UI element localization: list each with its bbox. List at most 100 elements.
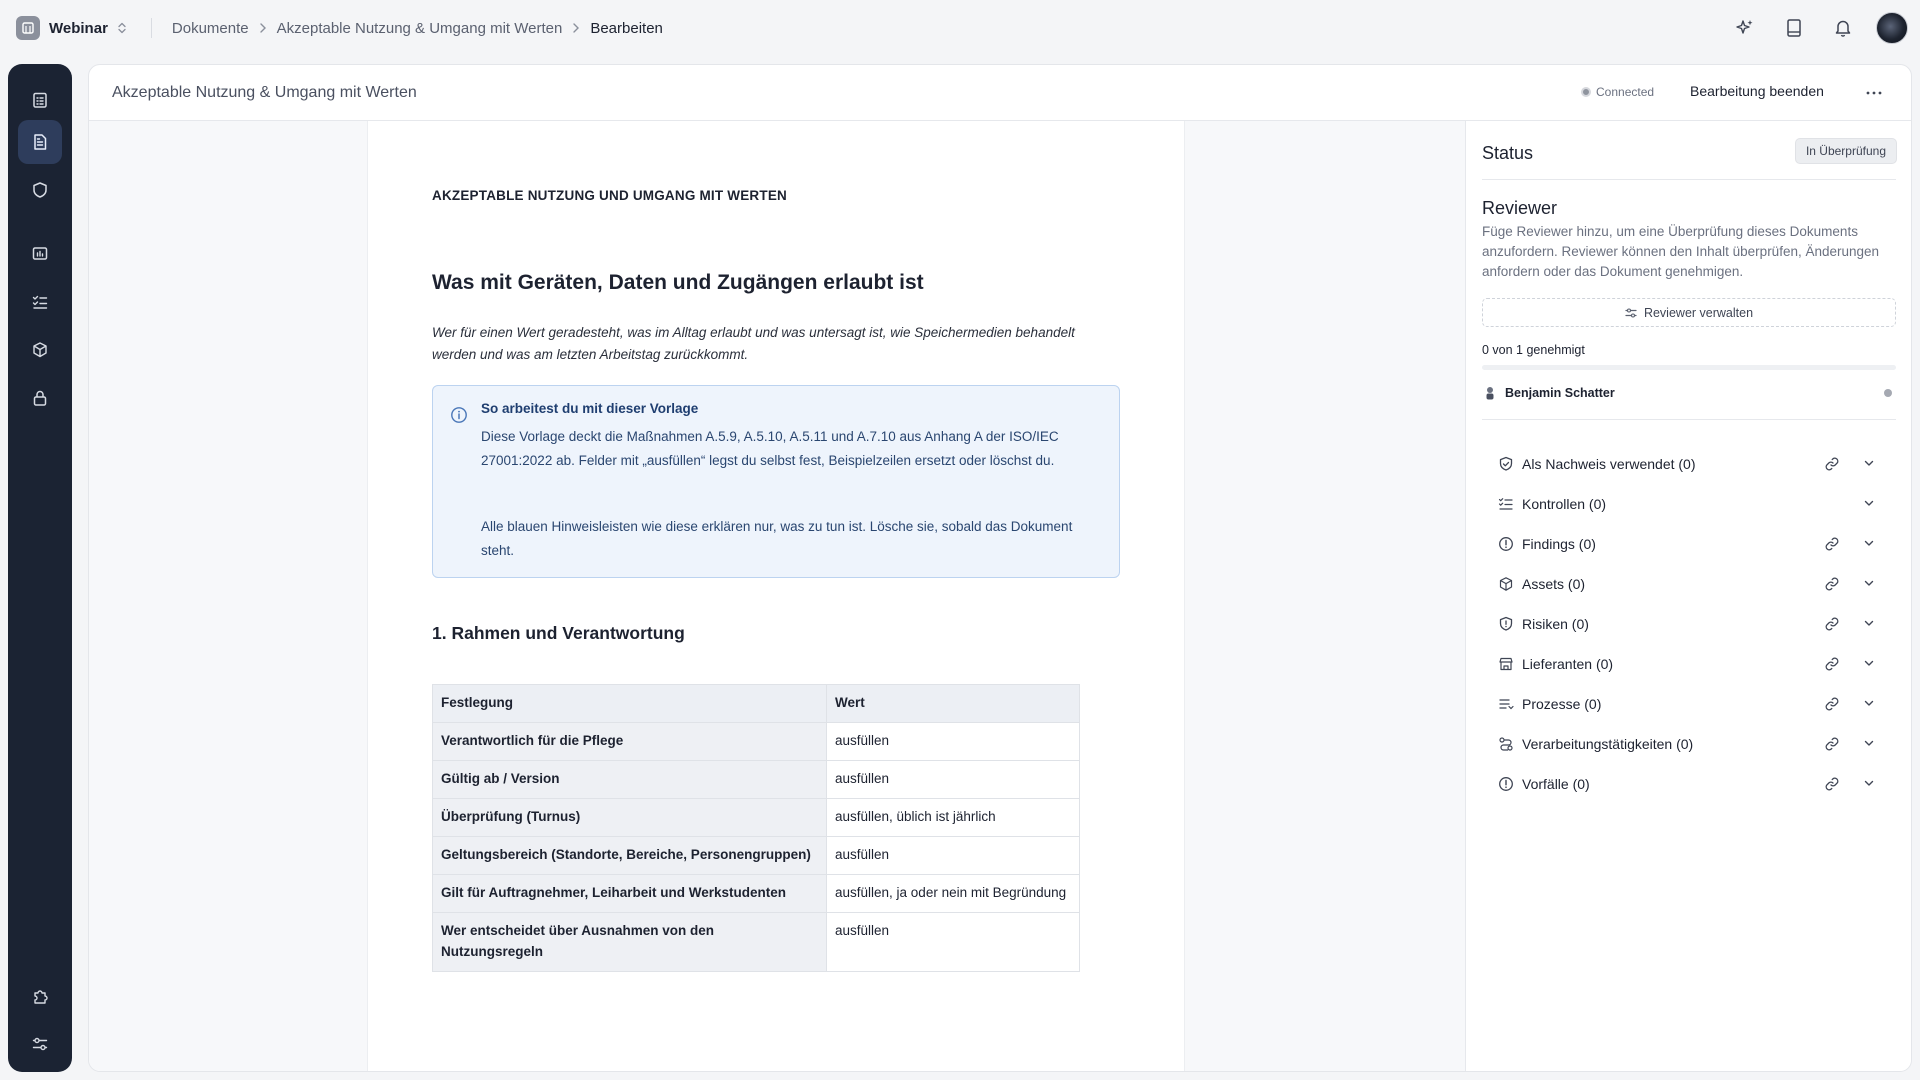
breadcrumb: Dokumente Akzeptable Nutzung & Umgang mi… [172,20,663,37]
breadcrumb-documents[interactable]: Dokumente [172,20,249,37]
table-key-cell[interactable]: Gültig ab / Version [432,760,827,799]
table-key-cell[interactable]: Geltungsbereich (Standorte, Bereiche, Pe… [432,836,827,875]
store-icon [1498,656,1514,672]
chevron-down-icon[interactable] [1863,577,1875,589]
divider [1482,179,1896,180]
main-panel: Akzeptable Nutzung & Umgang mit Werten C… [88,64,1912,1072]
document-kicker: AKZEPTABLE NUTZUNG UND UMGANG MIT WERTEN [432,188,787,203]
more-options-button[interactable] [1862,81,1886,105]
reviewer-status-dot [1884,389,1892,397]
user-avatar[interactable] [1876,12,1908,44]
info-icon [450,406,468,424]
link-icon[interactable] [1824,576,1840,592]
divider [1482,419,1896,420]
linked-items-row[interactable]: Kontrollen (0) [1498,491,1886,517]
table-value-cell[interactable]: ausfüllen [826,912,1080,972]
page-title: Akzeptable Nutzung & Umgang mit Werten [112,84,417,101]
link-icon[interactable] [1824,696,1840,712]
document-heading: Was mit Geräten, Daten und Zugängen erla… [432,271,924,294]
sidebar-item-documents[interactable] [18,120,62,164]
table-value-cell[interactable]: ausfüllen, üblich ist jährlich [826,798,1080,837]
sidebar-item-access[interactable] [18,376,62,420]
sidebar-item-security[interactable] [18,168,62,212]
lock-icon [33,390,47,406]
linked-items-row[interactable]: Lieferanten (0) [1498,651,1886,677]
chevron-down-icon[interactable] [1863,457,1875,469]
breadcrumb-current: Bearbeiten [590,19,663,37]
linked-items-row[interactable]: Prozesse (0) [1498,691,1886,717]
linked-items-row[interactable]: Verarbeitungstätigkeiten (0) [1498,731,1886,757]
table-header-row: Festlegung Wert [432,684,1080,723]
link-icon[interactable] [1824,536,1840,552]
sidebar-item-integrations[interactable] [18,974,62,1018]
linked-items-row[interactable]: Risiken (0) [1498,611,1886,637]
table-value-cell[interactable]: ausfüllen, ja oder nein mit Begründung [826,874,1080,913]
link-icon[interactable] [1824,456,1840,472]
breadcrumb-document[interactable]: Akzeptable Nutzung & Umgang mit Werten [277,20,563,37]
table-value-cell[interactable]: ausfüllen [826,836,1080,875]
table-key-cell[interactable]: Gilt für Auftragnehmer, Leiharbeit und W… [432,874,827,913]
table-row: Wer entscheidet über Ausnahmen von den N… [432,912,1080,972]
linked-items-label: Risiken (0) [1522,616,1589,632]
table-key-cell[interactable]: Überprüfung (Turnus) [432,798,827,837]
sparkles-button[interactable] [1729,12,1761,44]
linked-items-row[interactable]: Als Nachweis verwendet (0) [1498,451,1886,477]
linked-items-label: Kontrollen (0) [1522,496,1607,512]
table-header-cell: Festlegung [432,684,827,723]
connection-status: Connected [1581,85,1654,99]
approval-count: 0 von 1 genehmigt [1482,343,1585,357]
link-icon[interactable] [1824,616,1840,632]
chevron-right-icon [259,22,267,34]
callout-paragraph: Diese Vorlage deckt die Maßnahmen A.5.9,… [481,429,1059,468]
linked-items-row[interactable]: Vorfälle (0) [1498,771,1886,797]
notifications-button[interactable] [1827,12,1859,44]
status-heading: Status [1482,143,1534,163]
linked-items-label: Lieferanten (0) [1522,656,1614,672]
sidebar-item-tasks[interactable] [18,280,62,324]
rules-table: Festlegung Wert Verantwortlich für die P… [432,684,1080,972]
workspace-switcher[interactable]: Webinar [16,12,127,44]
table-value-cell[interactable]: ausfüllen [826,760,1080,799]
connection-label: Connected [1596,85,1655,99]
reviewer-name: Benjamin Schatter [1505,386,1615,400]
sidebar-item-reports[interactable] [18,232,62,276]
link-icon[interactable] [1824,656,1840,672]
chevron-down-icon[interactable] [1863,617,1875,629]
document-page[interactable]: AKZEPTABLE NUTZUNG UND UMGANG MIT WERTEN… [367,121,1185,1071]
file-text-icon [34,134,47,150]
shield-alert-icon [1498,616,1514,632]
callout-title: So arbeitest du mit dieser Vorlage [481,401,699,416]
table-value-cell[interactable]: ausfüllen [826,722,1080,761]
linked-items-row[interactable]: Findings (0) [1498,531,1886,557]
table-row: Überprüfung (Turnus) ausfüllen, üblich i… [432,798,1080,837]
sidebar-item-overview[interactable] [18,78,62,122]
table-key-cell[interactable]: Verantwortlich für die Pflege [432,722,827,761]
presentation-chart-icon [32,247,48,260]
link-icon[interactable] [1824,736,1840,752]
table-row: Verantwortlich für die Pflege ausfüllen [432,722,1080,761]
more-horizontal-icon [1866,91,1882,95]
linked-items-label: Vorfälle (0) [1522,776,1590,792]
chevron-down-icon[interactable] [1863,777,1875,789]
end-editing-button[interactable]: Bearbeitung beenden [1690,83,1824,99]
chevron-down-icon[interactable] [1863,737,1875,749]
chevron-down-icon[interactable] [1863,697,1875,709]
reviewer-heading: Reviewer [1482,198,1558,218]
link-icon[interactable] [1824,776,1840,792]
table-key-cell[interactable]: Wer entscheidet über Ausnahmen von den N… [432,912,827,972]
linked-items-label: Assets (0) [1522,576,1586,592]
section-heading: 1. Rahmen und Verantwortung [432,623,685,643]
list-checks-icon [1498,496,1514,512]
alert-circle-icon [1498,536,1514,552]
reviewer-item[interactable]: Benjamin Schatter [1482,383,1896,403]
sidebar-item-assets[interactable] [18,328,62,372]
manage-reviewers-button[interactable]: Reviewer verwalten [1482,298,1896,327]
chevron-down-icon[interactable] [1863,497,1875,509]
book-button[interactable] [1778,12,1810,44]
sidebar-item-settings[interactable] [18,1022,62,1066]
chevron-down-icon[interactable] [1863,657,1875,669]
approval-progress [1482,365,1896,370]
divider [150,18,152,38]
linked-items-row[interactable]: Assets (0) [1498,571,1886,597]
chevron-down-icon[interactable] [1863,537,1875,549]
